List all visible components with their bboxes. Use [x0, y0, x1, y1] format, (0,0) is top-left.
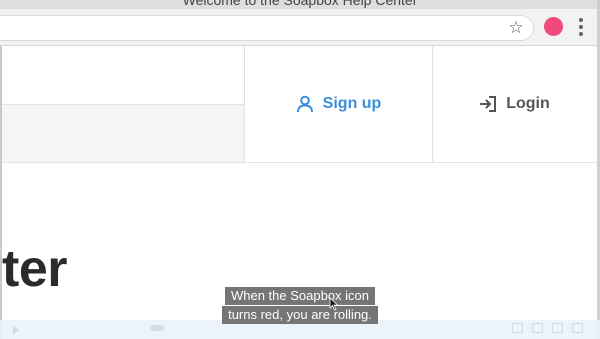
video-caption-line-2: turns red, you are rolling.: [0, 306, 600, 324]
user-icon: [296, 95, 314, 113]
header-left-grey-panel: [2, 105, 244, 163]
mouse-cursor-icon: [329, 297, 339, 311]
window-titlebar: Welcome to the Soapbox Help Center: [0, 0, 600, 9]
play-icon[interactable]: [13, 326, 19, 334]
video-caption-line-1: When the Soapbox icon: [0, 287, 600, 305]
profile-avatar[interactable]: [544, 17, 563, 36]
sign-up-button[interactable]: Sign up: [244, 46, 433, 163]
video-time-indicator: [150, 325, 164, 331]
window-title: Welcome to the Soapbox Help Center: [182, 0, 418, 8]
fullscreen-icon[interactable]: [572, 323, 583, 333]
header-left-panel: [2, 46, 244, 105]
address-bar[interactable]: ☆: [0, 15, 534, 41]
login-icon: [479, 95, 497, 113]
kebab-menu-icon[interactable]: [574, 16, 588, 38]
settings-icon[interactable]: [552, 323, 563, 333]
captions-icon[interactable]: [512, 323, 523, 333]
volume-icon[interactable]: [532, 323, 543, 333]
video-control-icons: [512, 323, 583, 333]
caption-text-2: turns red, you are rolling.: [222, 306, 378, 324]
browser-toolbar: ☆: [0, 9, 600, 46]
login-button[interactable]: Login: [432, 46, 597, 163]
caption-text-1: When the Soapbox icon: [224, 287, 376, 305]
sign-up-label: Sign up: [322, 95, 382, 112]
login-label: Login: [506, 95, 550, 112]
star-icon[interactable]: ☆: [507, 19, 525, 37]
